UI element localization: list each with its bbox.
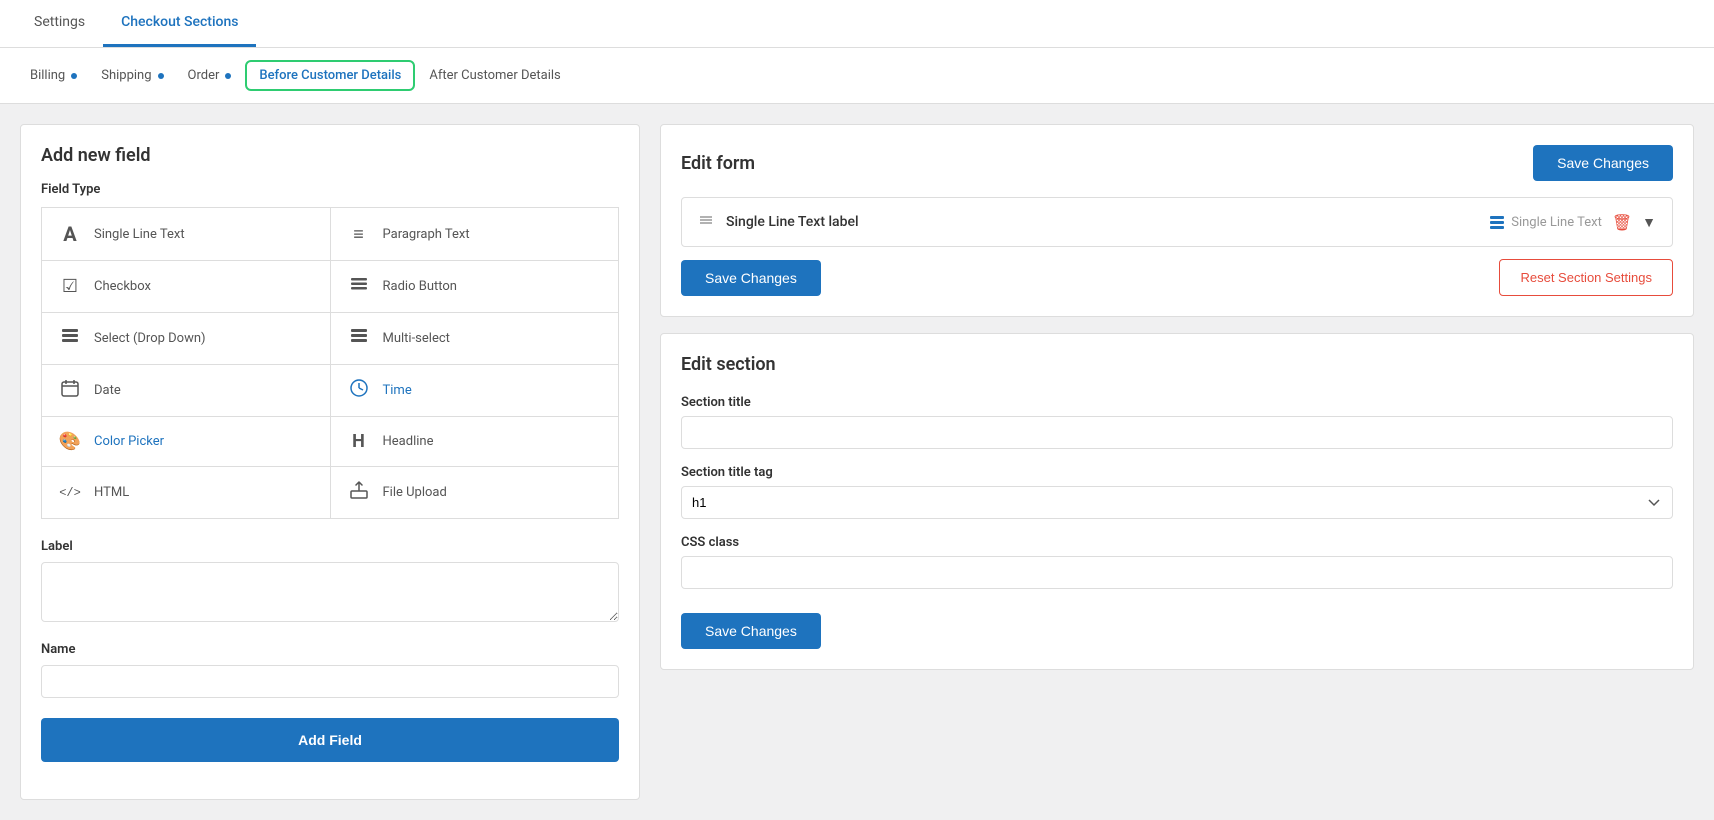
nav-label-order: Order: [188, 68, 220, 83]
name-input[interactable]: [41, 665, 619, 698]
right-panel: Edit form Save Changes Single Line Text …: [660, 124, 1694, 800]
select-dropdown-label: Select (Drop Down): [94, 331, 206, 346]
section-nav-shipping[interactable]: Shipping: [91, 62, 173, 89]
field-checkbox[interactable]: ☑ Checkbox: [42, 261, 330, 312]
reset-section-button[interactable]: Reset Section Settings: [1499, 259, 1673, 296]
section-title-input[interactable]: [681, 416, 1673, 449]
single-text-label: Single Line Text: [94, 227, 185, 242]
headline-label: Headline: [383, 434, 434, 449]
field-headline[interactable]: H Headline: [331, 417, 619, 466]
nav-label-before-customer: Before Customer Details: [259, 68, 401, 83]
field-file-upload[interactable]: File Upload: [331, 467, 619, 518]
form-save-changes-button[interactable]: Save Changes: [681, 260, 821, 296]
checkbox-icon: ☑: [58, 276, 82, 297]
field-date[interactable]: Date: [42, 365, 330, 416]
color-picker-icon: 🎨: [58, 431, 82, 452]
file-upload-label: File Upload: [383, 485, 447, 500]
css-class-group: CSS class: [681, 535, 1673, 589]
field-html[interactable]: </> HTML: [42, 467, 330, 518]
date-label: Date: [94, 383, 121, 398]
label-section-title: Label: [41, 539, 619, 554]
time-icon: [347, 379, 371, 402]
delete-field-icon[interactable]: 🗑: [1612, 213, 1632, 232]
radio-button-label: Radio Button: [383, 279, 457, 294]
field-single-text[interactable]: A Single Line Text: [42, 208, 330, 260]
field-multi-select[interactable]: Multi-select: [331, 313, 619, 364]
field-type-label: Field Type: [41, 182, 619, 197]
drag-handle-icon: [698, 212, 714, 232]
section-title-tag-group: Section title tag h1 h2 h3 h4 h5 h6 p sp…: [681, 465, 1673, 519]
tab-checkout-sections[interactable]: Checkout Sections: [103, 0, 256, 47]
paragraph-text-label: Paragraph Text: [383, 227, 470, 242]
field-select-dropdown[interactable]: Select (Drop Down): [42, 313, 330, 364]
field-row-dropdown-icon[interactable]: ▼: [1642, 214, 1656, 231]
section-title-tag-select[interactable]: h1 h2 h3 h4 h5 h6 p span: [681, 486, 1673, 519]
field-type-grid: A Single Line Text ≡ Paragraph Text ☑ Ch…: [41, 207, 619, 519]
html-icon: </>: [58, 486, 82, 500]
nav-dot-shipping: [158, 73, 164, 79]
section-title-tag-label: Section title tag: [681, 465, 1673, 480]
label-section: Label: [41, 539, 619, 626]
nav-dot-billing: [71, 73, 77, 79]
multi-select-icon: [347, 327, 371, 350]
file-upload-icon: [347, 481, 371, 504]
left-panel: Add new field Field Type A Single Line T…: [20, 124, 640, 800]
nav-label-shipping: Shipping: [101, 68, 151, 83]
name-section-title: Name: [41, 642, 619, 657]
css-class-input[interactable]: [681, 556, 1673, 589]
checkbox-label: Checkbox: [94, 279, 151, 294]
top-tabs: Settings Checkout Sections: [0, 0, 1714, 48]
section-title-group: Section title: [681, 395, 1673, 449]
color-picker-label: Color Picker: [94, 434, 164, 449]
paragraph-text-icon: ≡: [347, 224, 371, 245]
top-save-changes-button[interactable]: Save Changes: [1533, 145, 1673, 181]
radio-button-icon: [347, 275, 371, 298]
nav-dot-order: [225, 73, 231, 79]
section-nav-before-customer[interactable]: Before Customer Details: [245, 60, 415, 91]
tab-settings[interactable]: Settings: [16, 0, 103, 47]
date-icon: [58, 379, 82, 402]
add-field-button[interactable]: Add Field: [41, 718, 619, 762]
field-radio-button[interactable]: Radio Button: [331, 261, 619, 312]
nav-label-billing: Billing: [30, 68, 65, 83]
form-field-label: Single Line Text label: [726, 214, 859, 230]
nav-label-after-customer: After Customer Details: [429, 68, 560, 83]
single-text-icon: A: [58, 222, 82, 246]
select-dropdown-icon: [58, 327, 82, 350]
css-class-label: CSS class: [681, 535, 1673, 550]
section-title-label: Section title: [681, 395, 1673, 410]
field-time[interactable]: Time: [331, 365, 619, 416]
field-paragraph-text[interactable]: ≡ Paragraph Text: [331, 208, 619, 260]
field-type-badge-icon: Single Line Text: [1489, 214, 1602, 230]
multi-select-label: Multi-select: [383, 331, 450, 346]
section-save-changes-button[interactable]: Save Changes: [681, 613, 821, 649]
section-nav-after-customer[interactable]: After Customer Details: [419, 62, 570, 89]
time-label: Time: [383, 383, 412, 398]
edit-form-title: Edit form: [681, 153, 755, 174]
field-type-text: Single Line Text: [1511, 215, 1602, 230]
name-section: Name: [41, 642, 619, 698]
left-panel-title: Add new field: [41, 145, 619, 166]
headline-icon: H: [347, 431, 371, 452]
section-nav-order[interactable]: Order: [178, 62, 242, 89]
edit-section-block: Edit section Section title Section title…: [660, 333, 1694, 670]
edit-form-section: Edit form Save Changes Single Line Text …: [660, 124, 1694, 317]
field-color-picker[interactable]: 🎨 Color Picker: [42, 417, 330, 466]
edit-section-title: Edit section: [681, 354, 1673, 375]
section-nav-billing[interactable]: Billing: [20, 62, 87, 89]
label-textarea[interactable]: [41, 562, 619, 622]
section-nav: Billing Shipping Order Before Customer D…: [0, 48, 1714, 104]
form-field-row: Single Line Text label Single Line Text …: [681, 197, 1673, 247]
html-label: HTML: [94, 485, 129, 500]
